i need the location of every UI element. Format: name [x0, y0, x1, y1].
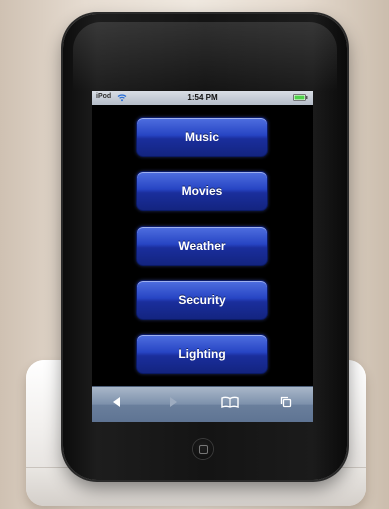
remote-menu: Music Movies Weather Security Lighting	[92, 105, 313, 387]
battery-icon	[293, 94, 308, 101]
status-time: 1:54 PM	[187, 93, 218, 102]
pages-button[interactable]	[275, 394, 297, 414]
home-square-icon	[198, 444, 208, 454]
bookmarks-button[interactable]	[219, 394, 241, 414]
music-button[interactable]: Music	[136, 117, 268, 157]
screen: iPod 1:54 PM Music Movies Weather Securi…	[92, 91, 313, 422]
photo: iPod 1:54 PM Music Movies Weather Securi…	[0, 0, 389, 509]
bookmarks-icon	[221, 395, 239, 413]
lighting-button[interactable]: Lighting	[136, 334, 268, 374]
back-button[interactable]	[106, 394, 128, 414]
weather-button[interactable]: Weather	[136, 226, 268, 266]
back-arrow-icon	[111, 395, 123, 413]
forward-button[interactable]	[162, 394, 184, 414]
browser-toolbar	[92, 386, 313, 422]
device-gloss	[73, 22, 337, 92]
pages-icon	[280, 395, 292, 413]
home-button[interactable]	[193, 439, 213, 459]
ipod-touch: iPod 1:54 PM Music Movies Weather Securi…	[63, 14, 347, 480]
forward-arrow-icon	[167, 395, 179, 413]
security-button[interactable]: Security	[136, 280, 268, 320]
movies-button[interactable]: Movies	[136, 171, 268, 211]
status-bar: iPod 1:54 PM	[92, 91, 313, 105]
